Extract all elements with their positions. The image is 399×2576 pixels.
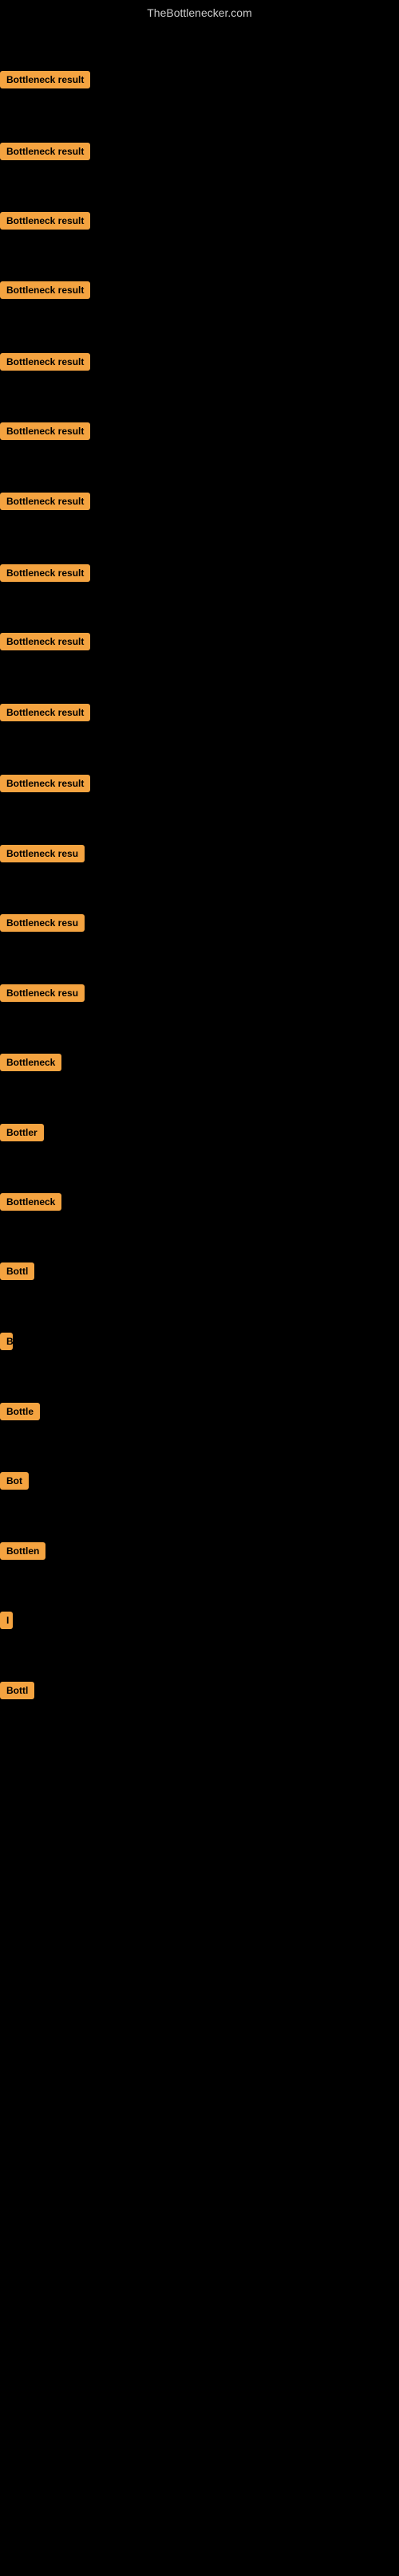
bottleneck-result-row-18: Bottl	[0, 1262, 34, 1284]
bottleneck-result-row-13: Bottleneck resu	[0, 914, 85, 936]
bottleneck-result-row-8: Bottleneck result	[0, 564, 90, 586]
bottleneck-result-row-15: Bottleneck	[0, 1054, 61, 1075]
bottleneck-result-row-20: Bottle	[0, 1403, 40, 1424]
bottleneck-badge-5[interactable]: Bottleneck result	[0, 353, 90, 371]
bottleneck-badge-8[interactable]: Bottleneck result	[0, 564, 90, 582]
bottleneck-badge-9[interactable]: Bottleneck result	[0, 633, 90, 650]
bottleneck-badge-19[interactable]: B	[0, 1333, 13, 1350]
bottleneck-result-row-17: Bottleneck	[0, 1193, 61, 1215]
bottleneck-badge-2[interactable]: Bottleneck result	[0, 143, 90, 160]
bottleneck-result-row-14: Bottleneck resu	[0, 984, 85, 1006]
bottleneck-badge-1[interactable]: Bottleneck result	[0, 71, 90, 88]
bottleneck-badge-22[interactable]: Bottlen	[0, 1542, 45, 1560]
bottleneck-result-row-19: B	[0, 1333, 13, 1354]
bottleneck-badge-4[interactable]: Bottleneck result	[0, 281, 90, 299]
bottleneck-result-row-23: I	[0, 1612, 13, 1633]
bottleneck-badge-14[interactable]: Bottleneck resu	[0, 984, 85, 1002]
bottleneck-result-row-21: Bot	[0, 1472, 29, 1494]
bottleneck-result-row-4: Bottleneck result	[0, 281, 90, 303]
bottleneck-badge-23[interactable]: I	[0, 1612, 13, 1629]
bottleneck-badge-7[interactable]: Bottleneck result	[0, 493, 90, 510]
bottleneck-badge-15[interactable]: Bottleneck	[0, 1054, 61, 1071]
bottleneck-result-row-24: Bottl	[0, 1682, 34, 1703]
bottleneck-result-row-12: Bottleneck resu	[0, 845, 85, 866]
bottleneck-badge-17[interactable]: Bottleneck	[0, 1193, 61, 1211]
bottleneck-badge-18[interactable]: Bottl	[0, 1262, 34, 1280]
bottleneck-result-row-22: Bottlen	[0, 1542, 45, 1564]
bottleneck-badge-24[interactable]: Bottl	[0, 1682, 34, 1699]
bottleneck-badge-3[interactable]: Bottleneck result	[0, 212, 90, 230]
bottleneck-result-row-9: Bottleneck result	[0, 633, 90, 654]
bottleneck-result-row-3: Bottleneck result	[0, 212, 90, 234]
bottleneck-result-row-6: Bottleneck result	[0, 422, 90, 444]
bottleneck-badge-11[interactable]: Bottleneck result	[0, 775, 90, 792]
bottleneck-result-row-2: Bottleneck result	[0, 143, 90, 164]
bottleneck-badge-16[interactable]: Bottler	[0, 1124, 44, 1141]
bottleneck-result-row-10: Bottleneck result	[0, 704, 90, 725]
bottleneck-badge-12[interactable]: Bottleneck resu	[0, 845, 85, 862]
bottleneck-badge-20[interactable]: Bottle	[0, 1403, 40, 1420]
site-title: TheBottlenecker.com	[0, 0, 399, 26]
bottleneck-badge-6[interactable]: Bottleneck result	[0, 422, 90, 440]
bottleneck-result-row-7: Bottleneck result	[0, 493, 90, 514]
bottleneck-result-row-1: Bottleneck result	[0, 71, 90, 92]
bottleneck-result-row-11: Bottleneck result	[0, 775, 90, 796]
bottleneck-result-row-16: Bottler	[0, 1124, 44, 1145]
bottleneck-result-row-5: Bottleneck result	[0, 353, 90, 375]
bottleneck-badge-10[interactable]: Bottleneck result	[0, 704, 90, 721]
bottleneck-badge-21[interactable]: Bot	[0, 1472, 29, 1490]
bottleneck-badge-13[interactable]: Bottleneck resu	[0, 914, 85, 932]
